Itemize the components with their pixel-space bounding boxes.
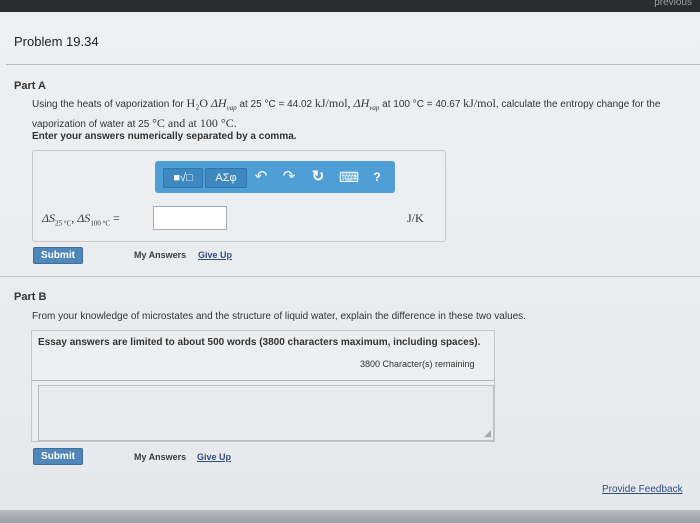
undo-icon: ↶ xyxy=(254,168,268,185)
problem-title: Problem 19.34 xyxy=(14,34,99,49)
vap-subscript-1: vap xyxy=(226,104,237,112)
title-divider xyxy=(6,64,700,65)
symbols-label: ΑΣφ xyxy=(215,172,237,184)
vap-subscript-2: vap xyxy=(369,104,380,112)
part-a-submit-button[interactable]: Submit xyxy=(33,247,83,264)
part-a-question: Using the heats of vaporization for H₂O … xyxy=(32,96,700,132)
reset-icon: ↻ xyxy=(311,168,325,185)
answer-input[interactable] xyxy=(153,206,227,230)
provide-feedback-link[interactable]: Provide Feedback xyxy=(602,484,683,495)
part-a-my-answers-link[interactable]: My Answers xyxy=(134,250,186,260)
undo-button[interactable]: ↶ xyxy=(251,168,271,186)
redo-icon: ↷ xyxy=(282,168,296,185)
compound-formula: H₂O xyxy=(186,96,209,110)
essay-limit-note: Essay answers are limited to about 500 w… xyxy=(38,337,481,348)
part-b-question: From your knowledge of microstates and t… xyxy=(32,311,526,322)
previous-link[interactable]: previous xyxy=(654,0,692,8)
answer-unit: J/K xyxy=(407,211,424,225)
math-toolbar: ■√□ ΑΣφ ↶ ↷ ↻ ⌨ ? xyxy=(155,161,395,193)
essay-textarea[interactable] xyxy=(38,385,494,441)
help-button[interactable]: ? xyxy=(367,168,387,186)
enthalpy-symbol-2: ΔH xyxy=(353,96,370,110)
symbols-button[interactable]: ΑΣφ xyxy=(205,168,247,188)
question-line-2: vaporization of water at 25 °C and at 10… xyxy=(32,116,237,130)
answer-instruction: Enter your answers numerically separated… xyxy=(32,131,297,142)
question-line-1: Using the heats of vaporization for H₂O … xyxy=(32,96,661,112)
unit-kj-mol-1: kJ/mol xyxy=(314,96,348,110)
redo-button[interactable]: ↷ xyxy=(279,168,299,186)
top-bar: previous xyxy=(0,0,700,12)
part-a-label: Part A xyxy=(14,80,46,92)
resize-grip-icon[interactable]: ◢ xyxy=(484,428,491,439)
reset-button[interactable]: ↻ xyxy=(307,168,329,186)
enthalpy-symbol-1: ΔH xyxy=(210,96,227,110)
essay-divider xyxy=(31,380,495,381)
keyboard-button[interactable]: ⌨ xyxy=(337,168,361,186)
part-b-submit-button[interactable]: Submit xyxy=(33,448,83,465)
characters-remaining: 3800 Character(s) remaining xyxy=(360,359,475,369)
bottom-bezel xyxy=(0,510,700,523)
part-a-give-up-link[interactable]: Give Up xyxy=(198,250,232,260)
part-b-give-up-link[interactable]: Give Up xyxy=(197,452,231,462)
templates-button[interactable]: ■√□ xyxy=(163,168,203,188)
help-icon: ? xyxy=(373,170,381,184)
answer-formula-label: ΔS25 °C, ΔS100 °C = xyxy=(42,211,120,228)
part-b-label: Part B xyxy=(14,291,47,303)
unit-kj-mol-2: kJ/mol xyxy=(463,96,496,110)
part-b-my-answers-link[interactable]: My Answers xyxy=(134,452,186,462)
keyboard-icon: ⌨ xyxy=(338,169,360,185)
templates-icon: ■√□ xyxy=(173,172,193,184)
part-divider xyxy=(0,276,700,277)
